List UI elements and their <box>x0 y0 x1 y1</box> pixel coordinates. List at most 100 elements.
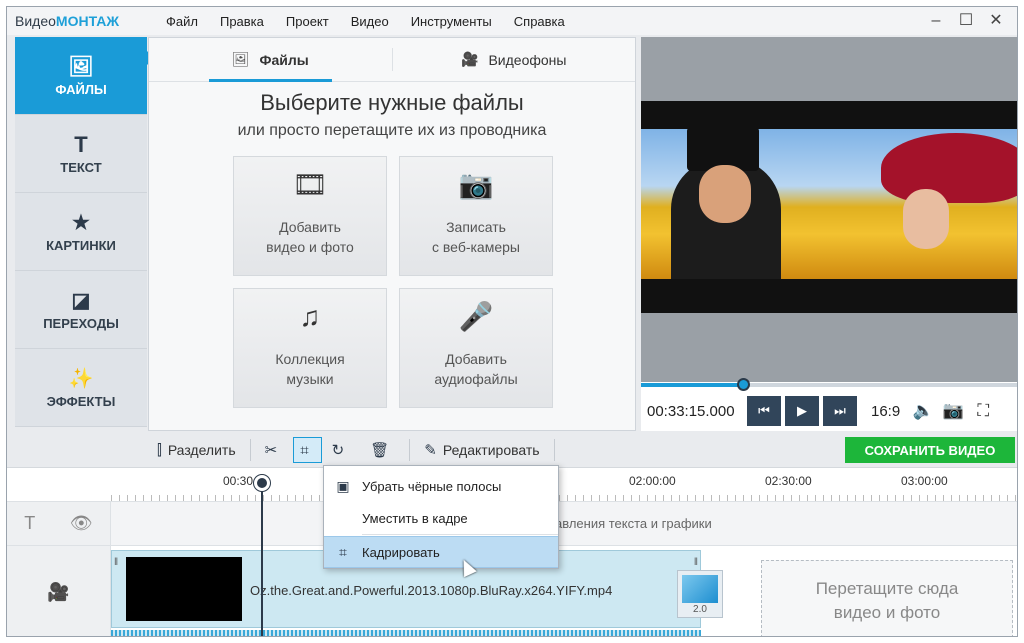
image-icon: 🖼 <box>68 56 94 78</box>
play-button[interactable]: ▶ <box>785 396 819 426</box>
seek-bar[interactable] <box>641 378 1017 391</box>
delete-button[interactable]: 🗑 <box>360 435 405 465</box>
rotate-button[interactable]: ↻ <box>322 435 361 465</box>
minimize-button[interactable]: – <box>921 9 951 33</box>
cut-button[interactable]: ✂ <box>255 435 294 465</box>
playhead[interactable] <box>254 475 270 636</box>
dropzone-line-2: видео и фото <box>833 603 941 622</box>
crop-icon: ⌗ <box>339 543 347 560</box>
transition-thumbnail <box>682 575 718 603</box>
seek-handle[interactable] <box>736 378 750 391</box>
close-button[interactable]: ✕ <box>981 9 1011 33</box>
menu-video[interactable]: Видео <box>340 14 400 29</box>
add-audio-button[interactable]: 🎤 Добавить аудиофайлы <box>399 288 553 408</box>
transition-duration: 2.0 <box>693 604 707 615</box>
video-camera-icon: 🎥 <box>47 581 70 602</box>
film-camera-icon: 🎞 <box>292 169 328 200</box>
ruler-tick: 00:30 <box>223 474 254 488</box>
eye-icon[interactable]: 👁 <box>70 513 93 534</box>
sidebar-item-label: КАРТИНКИ <box>46 238 116 253</box>
scene-face <box>699 165 751 223</box>
menu-file[interactable]: Файл <box>155 14 209 29</box>
microphone-icon: 🎤 <box>458 301 494 332</box>
transition-block[interactable]: 2.0 <box>677 570 723 618</box>
tab-label: Видеофоны <box>488 51 567 68</box>
menu-help[interactable]: Справка <box>503 14 576 29</box>
crop-menu: ▣ Убрать чёрные полосы Уместить в кадре … <box>323 465 559 569</box>
add-video-photo-button[interactable]: 🎞 Добавить видео и фото <box>233 156 387 276</box>
video-frame <box>641 101 1017 313</box>
sidebar-item-effects[interactable]: ✨ ЭФФЕКТЫ <box>15 349 147 427</box>
window-controls: – ☐ ✕ <box>921 9 1011 33</box>
webcam-icon: 📷 <box>458 169 494 200</box>
toolbar-divider <box>409 439 411 461</box>
panel-tabs: 🖼 Файлы 🎥 Видеофоны <box>149 38 635 82</box>
menu-item-fit-in-frame[interactable]: Уместить в кадре <box>324 502 558 534</box>
clip-thumbnail <box>126 557 242 621</box>
music-collection-button[interactable]: ♫ Коллекция музыки <box>233 288 387 408</box>
transition-icon: ◪ <box>71 290 91 312</box>
split-label: Разделить <box>167 442 236 458</box>
playhead-handle[interactable] <box>254 475 270 491</box>
sidebar-item-files[interactable]: 🖼 ФАЙЛЫ <box>15 37 154 115</box>
menu-item-label: Убрать чёрные полосы <box>362 478 502 494</box>
sidebar-item-transitions[interactable]: ◪ ПЕРЕХОДЫ <box>15 271 147 349</box>
sidebar-item-label: ПЕРЕХОДЫ <box>43 316 119 331</box>
seek-progress <box>641 383 743 387</box>
rotate-icon: ↻ <box>331 442 345 459</box>
split-button[interactable]: ⫿ Разделить <box>147 435 246 465</box>
save-video-button[interactable]: СОХРАНИТЬ ВИДЕО <box>845 437 1015 463</box>
clip-right-handle[interactable]: ‖ <box>694 557 698 568</box>
logo-text-1: Видео <box>15 13 56 29</box>
edit-toolbar: ⫿ Разделить ✂ ⌗ ↻ 🗑 ✎ Редактировать СОХР… <box>7 435 1017 465</box>
record-webcam-button[interactable]: 📷 Записать с веб-камеры <box>399 156 553 276</box>
menu-item-label: Кадрировать <box>362 544 440 560</box>
action-tiles: 🎞 Добавить видео и фото 📷 Записать с веб… <box>233 156 553 408</box>
split-icon: ⫿ <box>157 441 162 459</box>
menu-tools[interactable]: Инструменты <box>400 14 503 29</box>
tile-label-2: видео и фото <box>266 239 354 255</box>
audio-waveform <box>111 630 701 636</box>
clip-left-handle[interactable]: ‖ <box>114 557 118 568</box>
snapshot-camera-icon[interactable]: 📷 <box>938 401 968 421</box>
logo-text-2: МОНТАЖ <box>55 13 120 29</box>
clip-filename: Oz.the.Great.and.Powerful.2013.1080p.Blu… <box>250 583 613 598</box>
scene-red-hat <box>881 133 1017 203</box>
sidebar-item-label: ЭФФЕКТЫ <box>46 394 116 409</box>
playback-controls: 00:33:15.000 ⏮ ▶ ⏭ 16:9 🔈 📷 ⛶ <box>641 393 1017 429</box>
magic-wand-icon: ✨ <box>68 368 94 390</box>
app-window: ВидеоМОНТАЖ Файл Правка Проект Видео Инс… <box>6 6 1018 637</box>
sidebar-item-pictures[interactable]: ★ КАРТИНКИ <box>15 193 147 271</box>
menu-project[interactable]: Проект <box>275 14 340 29</box>
tab-video-backgrounds[interactable]: 🎥 Видеофоны <box>393 38 636 81</box>
panel-title: Выберите нужные файлы <box>260 90 524 115</box>
panel-subtitle: или просто перетащите их из проводника <box>237 122 547 139</box>
preview-canvas[interactable] <box>641 37 1017 382</box>
edit-button[interactable]: ✎ Редактировать <box>414 435 549 465</box>
video-scene <box>641 129 1017 279</box>
music-notes-icon: ♫ <box>299 301 321 332</box>
menu-edit[interactable]: Правка <box>209 14 275 29</box>
sidebar: 🖼 ФАЙЛЫ T ТЕКСТ ★ КАРТИНКИ ◪ ПЕРЕХОДЫ ✨ … <box>15 37 154 431</box>
files-panel: 🖼 Файлы 🎥 Видеофоны Выберите нужные файл… <box>148 37 636 431</box>
video-drop-zone[interactable]: Перетащите сюда видео и фото <box>761 560 1013 636</box>
text-track-header: T 👁 <box>7 502 111 545</box>
menu-item-remove-black-bars[interactable]: ▣ Убрать чёрные полосы <box>324 470 558 502</box>
crop-button[interactable]: ⌗ <box>293 437 322 463</box>
title-bar: ВидеоМОНТАЖ Файл Правка Проект Видео Инс… <box>7 7 1017 35</box>
tile-label-1: Добавить <box>279 219 341 235</box>
tab-files[interactable]: 🖼 Файлы <box>149 38 392 82</box>
sidebar-item-text[interactable]: T ТЕКСТ <box>15 115 147 193</box>
tile-label-2: музыки <box>286 371 334 387</box>
menu-item-label: Уместить в кадре <box>362 510 468 526</box>
volume-icon[interactable]: 🔈 <box>908 401 938 421</box>
menu-item-crop[interactable]: ⌗ Кадрировать <box>324 536 558 568</box>
maximize-button[interactable]: ☐ <box>951 9 981 33</box>
image-icon: 🖼 <box>231 51 250 67</box>
tile-label-2: с веб-камеры <box>432 239 520 255</box>
fullscreen-icon[interactable]: ⛶ <box>968 401 998 421</box>
ruler-tick: 02:00:00 <box>629 474 676 488</box>
previous-frame-button[interactable]: ⏮ <box>747 396 781 426</box>
next-frame-button[interactable]: ⏭ <box>823 396 857 426</box>
aspect-ratio-selector[interactable]: 16:9 <box>871 403 900 420</box>
